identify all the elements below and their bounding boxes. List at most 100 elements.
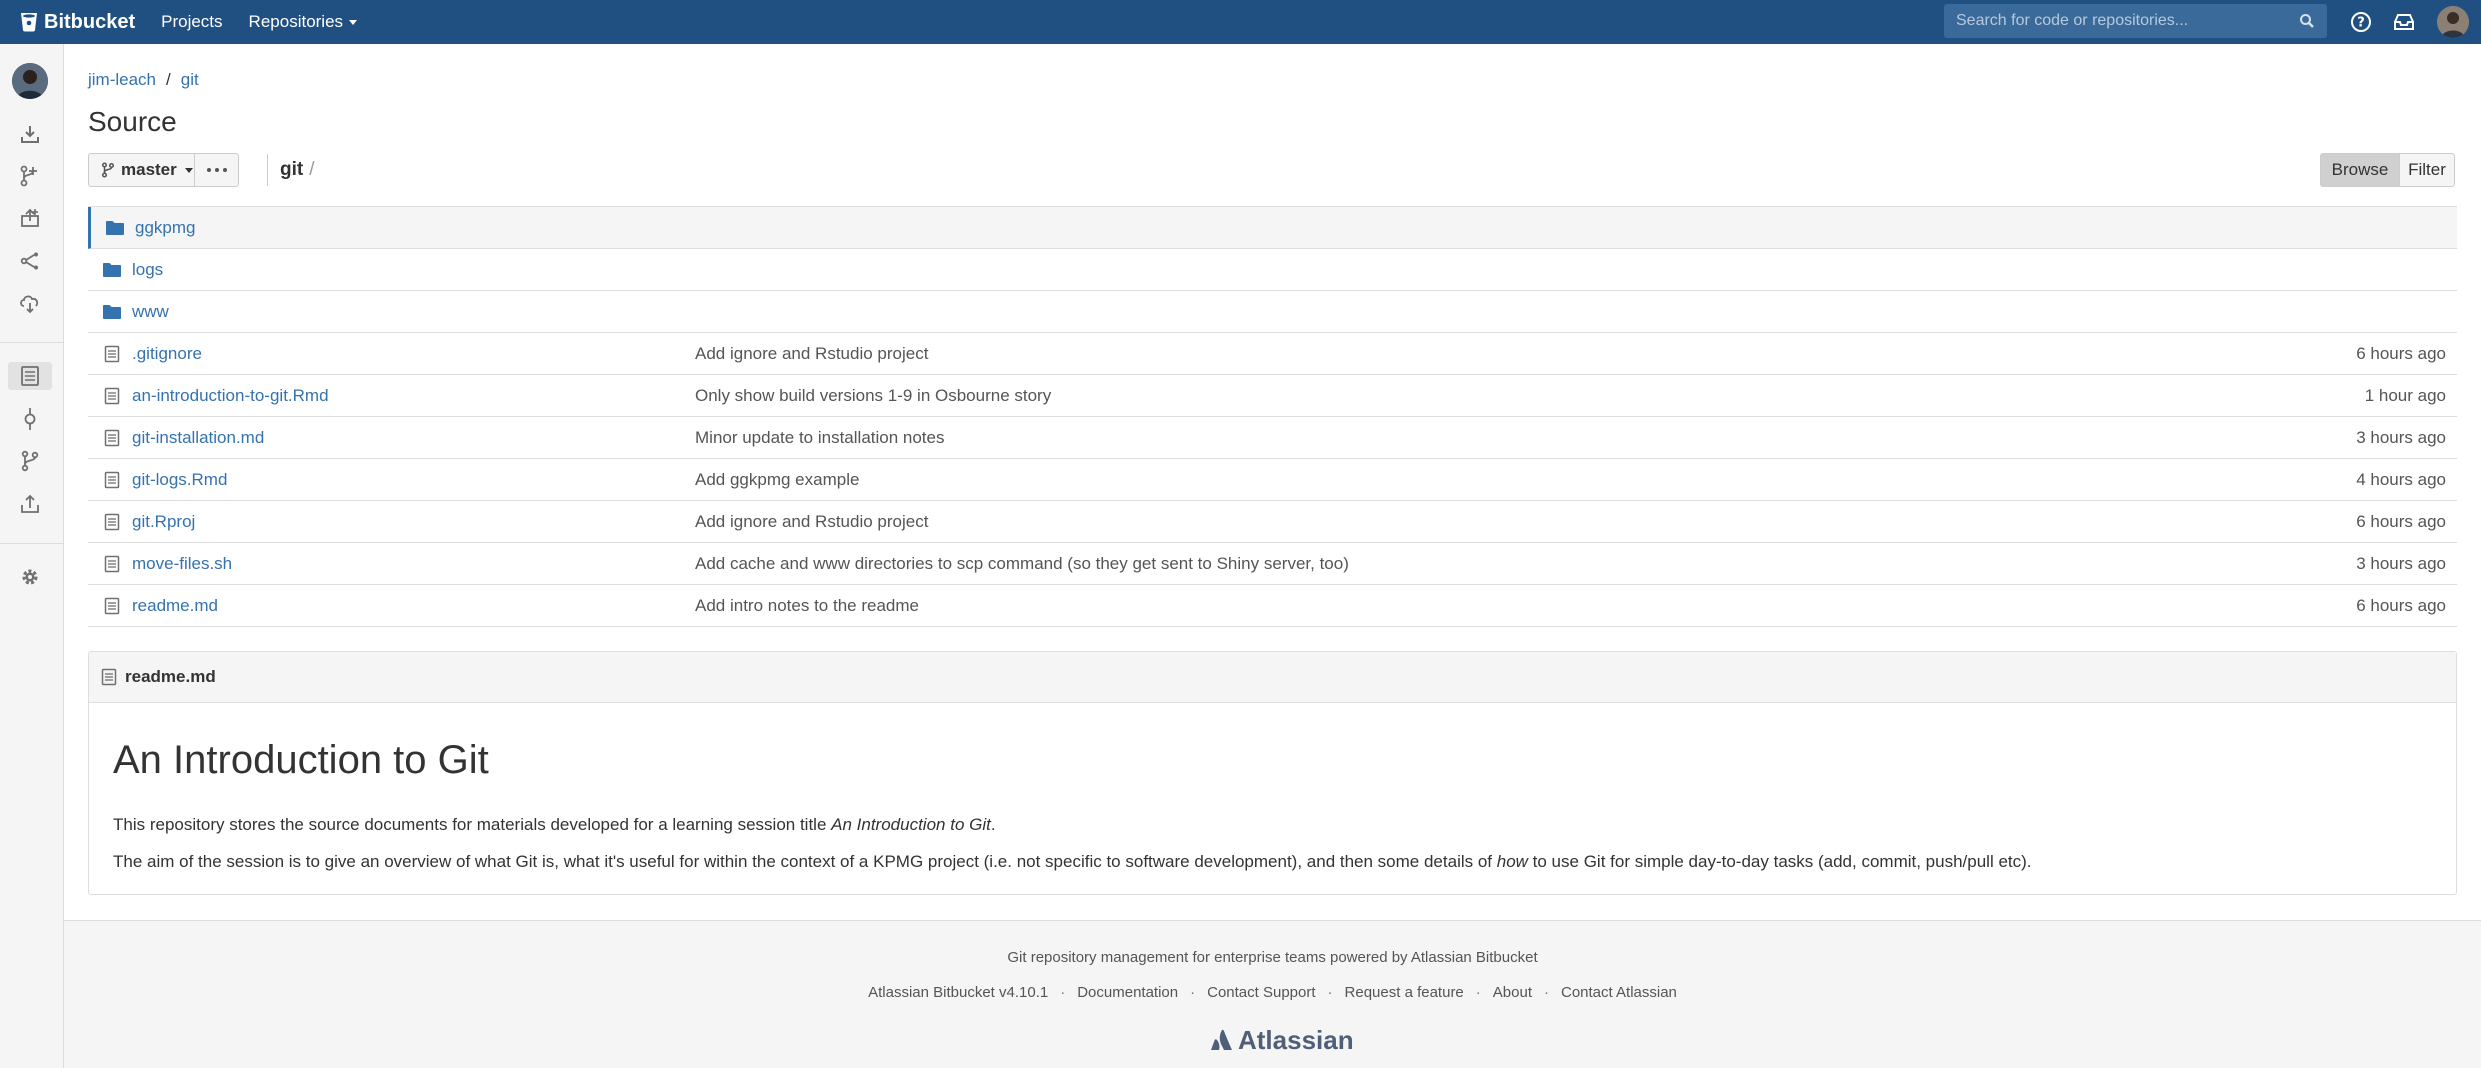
- file-name-link[interactable]: move-files.sh: [132, 554, 232, 574]
- search-input[interactable]: [1956, 12, 2286, 30]
- commit-time: 3 hours ago: [2356, 553, 2446, 573]
- atlassian-logo[interactable]: Atlassian: [1210, 1025, 1354, 1056]
- folder-row[interactable]: www: [88, 291, 2457, 333]
- file-row[interactable]: .gitignore Add ignore and Rstudio project…: [88, 333, 2457, 375]
- breadcrumb-project-link[interactable]: jim-leach: [88, 70, 156, 89]
- commit-message: Only show build versions 1-9 in Osbourne…: [695, 385, 1052, 405]
- nav-repositories-label: Repositories: [248, 12, 344, 31]
- folder-row[interactable]: logs: [88, 249, 2457, 291]
- folder-icon: [105, 219, 125, 237]
- svg-text:?: ?: [2357, 16, 2365, 31]
- footer-link[interactable]: Contact Support: [1207, 984, 1315, 1001]
- file-row[interactable]: an-introduction-to-git.Rmd Only show buil…: [88, 375, 2457, 417]
- user-avatar[interactable]: [2437, 6, 2469, 38]
- file-row[interactable]: git-installation.md Minor update to insta…: [88, 417, 2457, 459]
- file-name-link[interactable]: ggkpmg: [135, 218, 195, 238]
- folder-icon: [102, 303, 122, 321]
- footer-link[interactable]: Contact Atlassian: [1561, 984, 1677, 1001]
- readme-paragraph: The aim of the session is to give an ove…: [113, 852, 2032, 872]
- file-icon: [102, 597, 122, 615]
- upload-button[interactable]: [16, 204, 44, 232]
- footer-separator: ·: [1060, 984, 1066, 1001]
- commits-icon: [24, 408, 36, 430]
- commit-message: Add ignore and Rstudio project: [695, 511, 929, 531]
- browse-button[interactable]: Browse: [2320, 153, 2400, 187]
- sidebar-item-pull-requests[interactable]: [16, 490, 44, 518]
- sidebar-item-commits[interactable]: [16, 405, 44, 433]
- file-icon: [101, 668, 117, 686]
- commit-time: 6 hours ago: [2356, 343, 2446, 363]
- commit-time: 6 hours ago: [2356, 595, 2446, 615]
- file-row[interactable]: git.Rproj Add ignore and Rstudio project 6…: [88, 501, 2457, 543]
- toolbar-divider: [267, 154, 268, 186]
- breadcrumb-separator: /: [166, 70, 171, 89]
- bitbucket-logo[interactable]: Bitbucket: [20, 11, 135, 34]
- more-dot: [206, 168, 211, 172]
- search-icon[interactable]: [2299, 13, 2315, 29]
- sidebar-divider: [0, 342, 64, 343]
- fork-button[interactable]: [16, 247, 44, 275]
- top-navigation-bar: Bitbucket Projects Repositories ?: [0, 0, 2481, 44]
- page-title: Source: [88, 106, 177, 137]
- breadcrumb: jim-leach / git: [88, 70, 199, 90]
- user-avatar-image: [2437, 6, 2469, 38]
- file-name-link[interactable]: www: [132, 302, 169, 322]
- readme-filename: readme.md: [125, 667, 216, 686]
- settings-icon: [22, 569, 38, 585]
- sidebar-item-settings[interactable]: [16, 563, 44, 591]
- more-dot: [214, 168, 219, 172]
- repository-avatar[interactable]: [12, 63, 48, 99]
- sync-button[interactable]: [16, 289, 44, 317]
- commit-message: Add cache and www directories to scp com…: [695, 553, 1349, 573]
- chevron-down-icon: [184, 167, 193, 173]
- branch-icon: [101, 162, 115, 178]
- nav-repositories[interactable]: Repositories: [249, 12, 358, 32]
- commit-message: Minor update to installation notes: [695, 427, 945, 447]
- file-name-link[interactable]: an-introduction-to-git.Rmd: [132, 386, 329, 406]
- footer-link[interactable]: Documentation: [1077, 984, 1178, 1001]
- nav-projects[interactable]: Projects: [161, 12, 222, 32]
- file-name-link[interactable]: readme.md: [132, 596, 218, 616]
- breadcrumb-repo-link[interactable]: git: [181, 70, 199, 89]
- create-pull-request-button[interactable]: [16, 162, 44, 190]
- file-name-link[interactable]: git.Rproj: [132, 512, 195, 532]
- project-sidebar: [0, 44, 64, 1068]
- file-row[interactable]: git-logs.Rmd Add ggkpmg example 4 hours ag…: [88, 459, 2457, 501]
- file-row[interactable]: readme.md Add intro notes to the readme 6 …: [88, 585, 2457, 627]
- commit-time: 4 hours ago: [2356, 469, 2446, 489]
- help-button[interactable]: ?: [2347, 8, 2375, 36]
- filter-button[interactable]: Filter: [2399, 153, 2455, 187]
- footer-link[interactable]: Request a feature: [1345, 984, 1464, 1001]
- commit-message: Add ignore and Rstudio project: [695, 343, 929, 363]
- file-name-link[interactable]: git-installation.md: [132, 428, 264, 448]
- commit-time: 6 hours ago: [2356, 511, 2446, 531]
- atlassian-logo-icon: [1211, 1029, 1232, 1050]
- upload-icon: [21, 208, 39, 227]
- readme-text: This repository stores the source docume…: [113, 815, 832, 834]
- main-content: jim-leach / git Source master git / Browse …: [64, 44, 2481, 920]
- file-icon: [102, 345, 122, 363]
- more-actions-button[interactable]: [194, 153, 239, 187]
- file-row[interactable]: move-files.sh Add cache and www directori…: [88, 543, 2457, 585]
- clone-button[interactable]: [16, 120, 44, 148]
- commit-message: Add ggkpmg example: [695, 469, 860, 489]
- file-name-link[interactable]: logs: [132, 260, 163, 280]
- footer-link[interactable]: Atlassian Bitbucket v4.10.1: [868, 984, 1048, 1001]
- branch-selector[interactable]: master: [88, 153, 195, 187]
- file-name-link[interactable]: git-logs.Rmd: [132, 470, 227, 490]
- footer-link[interactable]: About: [1493, 984, 1532, 1001]
- fork-icon: [20, 252, 38, 270]
- footer-separator: ·: [1475, 984, 1481, 1001]
- sidebar-item-source[interactable]: [8, 362, 52, 390]
- file-name-link[interactable]: .gitignore: [132, 344, 202, 364]
- commit-time: 1 hour ago: [2364, 385, 2446, 405]
- sidebar-item-branches[interactable]: [16, 447, 44, 475]
- folder-row[interactable]: ggkpmg: [88, 207, 2457, 249]
- footer-separator: ·: [1327, 984, 1333, 1001]
- search-box: [1944, 4, 2327, 38]
- path-root[interactable]: git: [280, 159, 303, 180]
- commit-time: 3 hours ago: [2356, 427, 2446, 447]
- pull-requests-icon: [21, 494, 39, 513]
- readme-header: readme.md: [89, 652, 2456, 703]
- inbox-button[interactable]: [2390, 8, 2418, 36]
